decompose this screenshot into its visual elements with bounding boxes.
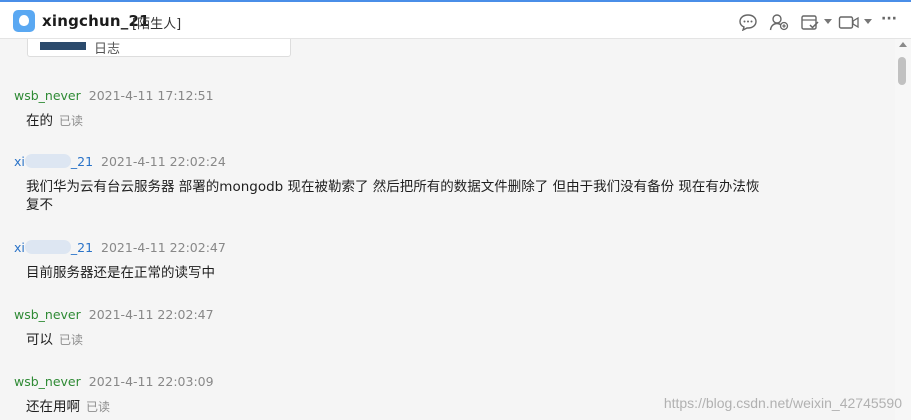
message-meta: wsb_never 2021-4-11 17:12:51 [14, 88, 214, 103]
redacted-region [24, 240, 71, 254]
message-text: 在的 [26, 113, 53, 129]
sender-name[interactable]: wsb_never [14, 88, 81, 103]
scrollbar-thumb[interactable] [898, 57, 906, 85]
message-meta: xi _21 2021-4-11 22:02:47 [14, 240, 226, 255]
read-status: 已读 [59, 114, 84, 128]
read-status: 已读 [86, 400, 111, 414]
shared-card[interactable]: 日志 [27, 39, 291, 57]
message-text: 还在用啊 [26, 399, 80, 415]
card-title: 日志 [94, 42, 121, 57]
video-dropdown-caret-icon[interactable] [864, 19, 872, 24]
message-bubble[interactable]: 我们华为云有台云服务器 部署的mongodb 现在被勒索了 然后把所有的数据文件… [26, 178, 759, 214]
message-text-line-2: 复不 [26, 197, 53, 213]
message-bubble[interactable]: 可以 已读 [26, 331, 83, 349]
redacted-region [24, 154, 71, 168]
read-status: 已读 [59, 333, 84, 347]
video-call-icon[interactable] [838, 13, 860, 31]
task-check-icon[interactable] [800, 13, 820, 31]
task-dropdown-caret-icon[interactable] [824, 19, 832, 24]
message-time: 2021-4-11 22:02:24 [101, 154, 226, 169]
sender-prefix: xi [14, 240, 25, 255]
message-meta: wsb_never 2021-4-11 22:02:47 [14, 307, 214, 322]
message-text: 目前服务器还是在正常的读写中 [26, 265, 215, 281]
message-time: 2021-4-11 17:12:51 [88, 88, 214, 103]
card-thumbnail [40, 42, 86, 50]
message-time: 2021-4-11 22:02:47 [88, 307, 214, 322]
add-contact-icon[interactable] [769, 13, 789, 31]
title-bar: xingchun_21 [陌生人] ··· [0, 2, 911, 39]
message-list[interactable]: 日志 wsb_never 2021-4-11 17:12:51 在的 已读 xi _… [0, 39, 895, 420]
sender-prefix: xi [14, 154, 25, 169]
sender-suffix: _21 [70, 154, 94, 169]
message-text-line-1: 我们华为云有台云服务器 部署的mongodb 现在被勒索了 然后把所有的数据文件… [26, 179, 760, 195]
watermark: https://blog.csdn.net/weixin_42745590 [663, 395, 902, 411]
message-text: 可以 [26, 332, 53, 348]
message-bubble[interactable]: 在的 已读 [26, 112, 83, 130]
sender-suffix: _21 [70, 240, 94, 255]
sender-name[interactable]: xi _21 [14, 240, 93, 255]
chat-bubble-icon[interactable] [738, 13, 758, 31]
sender-name[interactable]: wsb_never [14, 307, 81, 322]
scroll-up-arrow-icon[interactable] [899, 42, 907, 47]
contact-avatar-icon[interactable] [13, 10, 35, 32]
message-meta: wsb_never 2021-4-11 22:03:09 [14, 374, 214, 389]
more-icon[interactable]: ··· [881, 11, 897, 27]
sender-name[interactable]: xi _21 [14, 154, 93, 169]
sender-name[interactable]: wsb_never [14, 374, 81, 389]
message-time: 2021-4-11 22:02:47 [101, 240, 226, 255]
vertical-scrollbar[interactable] [895, 39, 911, 420]
message-meta: xi _21 2021-4-11 22:02:24 [14, 154, 226, 169]
message-bubble[interactable]: 还在用啊 已读 [26, 398, 110, 416]
message-bubble[interactable]: 目前服务器还是在正常的读写中 [26, 264, 215, 282]
stranger-tag: [陌生人] [132, 17, 182, 32]
message-time: 2021-4-11 22:03:09 [88, 374, 214, 389]
